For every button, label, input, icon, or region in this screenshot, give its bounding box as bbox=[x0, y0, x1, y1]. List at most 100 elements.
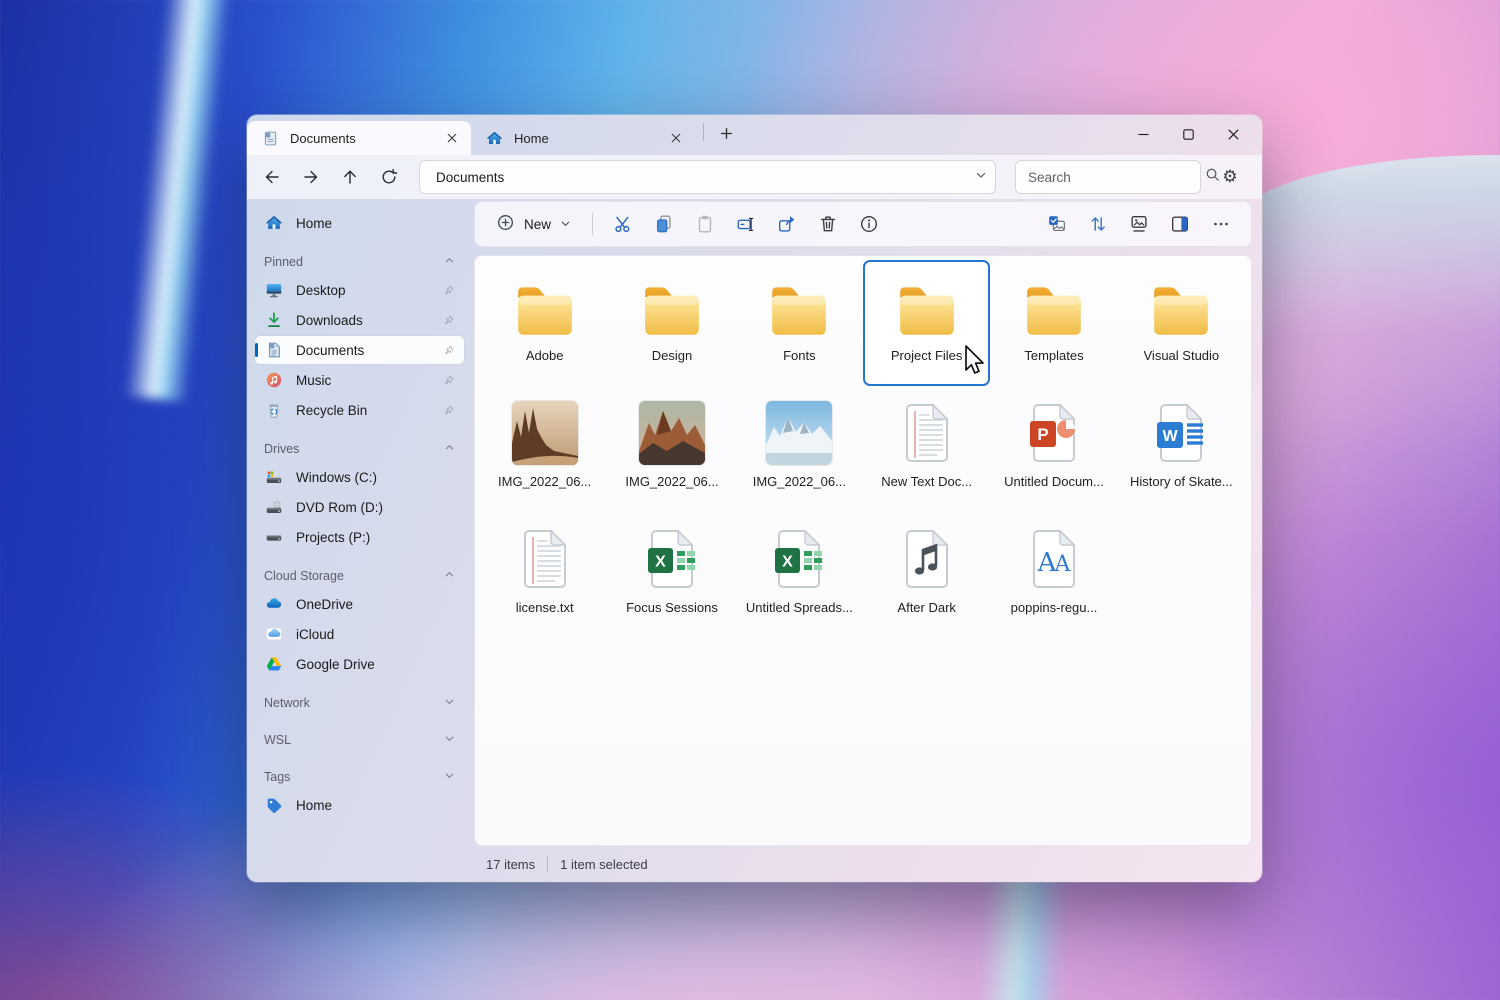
cut-button[interactable] bbox=[603, 207, 643, 241]
sidebar-item-tag-home[interactable]: Home bbox=[255, 791, 464, 819]
main-area: Home Pinned Desktop Downloads Documents … bbox=[247, 199, 1262, 882]
section-title: Drives bbox=[264, 442, 300, 456]
sidebar-item-desktop[interactable]: Desktop bbox=[255, 276, 464, 304]
file-label: Templates bbox=[1024, 348, 1084, 363]
sidebar-item-home[interactable]: Home bbox=[255, 209, 464, 237]
file-tile-text[interactable]: license.txt bbox=[481, 512, 608, 638]
up-button[interactable] bbox=[333, 161, 367, 193]
sidebar-item-recycle-bin[interactable]: Recycle Bin bbox=[255, 396, 464, 424]
home-icon bbox=[264, 214, 283, 233]
new-button[interactable]: New bbox=[485, 207, 582, 241]
file-tile-folder[interactable]: Design bbox=[608, 260, 735, 386]
file-tile-folder[interactable]: Visual Studio bbox=[1118, 260, 1245, 386]
details-pane-button[interactable] bbox=[1160, 207, 1200, 241]
recycle-bin-icon bbox=[264, 401, 283, 420]
selection-count: 1 item selected bbox=[560, 856, 648, 872]
paste-button[interactable] bbox=[685, 207, 725, 241]
search-box[interactable] bbox=[1015, 160, 1219, 194]
downloads-icon bbox=[264, 311, 283, 330]
tab-home[interactable]: Home bbox=[471, 121, 695, 155]
file-tile-text[interactable]: New Text Doc... bbox=[863, 386, 990, 512]
sidebar-item-icloud[interactable]: iCloud bbox=[255, 620, 464, 648]
sort-button[interactable] bbox=[1078, 207, 1118, 241]
forward-button[interactable] bbox=[294, 161, 328, 193]
sidebar-item-label: Music bbox=[296, 372, 332, 388]
sidebar-item-downloads[interactable]: Downloads bbox=[255, 306, 464, 334]
google-drive-icon bbox=[264, 655, 283, 674]
file-tile-folder[interactable]: Adobe bbox=[481, 260, 608, 386]
more-button[interactable] bbox=[1201, 207, 1241, 241]
maximize-button[interactable] bbox=[1166, 117, 1211, 151]
sidebar-item-windows-c[interactable]: Windows (C:) bbox=[255, 463, 464, 491]
rename-button[interactable] bbox=[726, 207, 766, 241]
sidebar-item-google-drive[interactable]: Google Drive bbox=[255, 650, 464, 678]
sidebar-item-label: OneDrive bbox=[296, 596, 354, 612]
sidebar-item-label: Home bbox=[296, 215, 333, 231]
sidebar-item-documents[interactable]: Documents bbox=[255, 336, 464, 364]
file-tile-image[interactable]: IMG_2022_06... bbox=[481, 386, 608, 512]
file-tile-powerpoint[interactable]: P Untitled Docum... bbox=[990, 386, 1117, 512]
section-title: WSL bbox=[264, 733, 292, 747]
delete-button[interactable] bbox=[808, 207, 848, 241]
sidebar-item-projects-p[interactable]: Projects (P:) bbox=[255, 523, 464, 551]
close-tab-icon[interactable] bbox=[665, 127, 687, 149]
sidebar-section-pinned[interactable]: Pinned bbox=[255, 250, 464, 274]
sidebar-item-onedrive[interactable]: OneDrive bbox=[255, 590, 464, 618]
address-bar[interactable] bbox=[419, 160, 996, 194]
image-thumbnail-peaks bbox=[638, 401, 705, 465]
sidebar-section-cloud-storage[interactable]: Cloud Storage bbox=[255, 564, 464, 588]
sidebar-item-label: Documents bbox=[296, 342, 365, 358]
file-tile-word[interactable]: W History of Skate... bbox=[1118, 386, 1245, 512]
tab-documents[interactable]: Documents bbox=[247, 121, 471, 155]
status-bar: 17 items 1 item selected bbox=[474, 846, 1252, 882]
sidebar-item-music[interactable]: Music bbox=[255, 366, 464, 394]
documents-icon bbox=[264, 341, 283, 360]
file-label: Visual Studio bbox=[1143, 348, 1220, 363]
sidebar-item-label: Downloads bbox=[296, 312, 363, 328]
section-title: Tags bbox=[264, 770, 291, 784]
copy-button[interactable] bbox=[644, 207, 684, 241]
file-tile-excel[interactable]: X Untitled Spreads... bbox=[736, 512, 863, 638]
pin-icon bbox=[442, 284, 455, 297]
refresh-button[interactable] bbox=[372, 161, 406, 193]
select-button[interactable] bbox=[1037, 207, 1077, 241]
word-file-icon: W bbox=[1152, 399, 1210, 465]
file-tile-folder-selected[interactable]: Project Files bbox=[863, 260, 991, 386]
file-tile-folder[interactable]: Templates bbox=[990, 260, 1117, 386]
close-tab-icon[interactable] bbox=[441, 127, 463, 149]
settings-button[interactable]: ⚙ bbox=[1212, 160, 1248, 194]
file-label: Untitled Spreads... bbox=[745, 600, 853, 615]
chevron-down-icon[interactable] bbox=[975, 168, 987, 186]
address-input[interactable] bbox=[436, 169, 975, 185]
navigation-bar: ⚙ bbox=[247, 155, 1262, 199]
back-button[interactable] bbox=[255, 161, 289, 193]
file-tile-font[interactable]: AA poppins-regu... bbox=[990, 512, 1117, 638]
file-tile-image[interactable]: IMG_2022_06... bbox=[608, 386, 735, 512]
new-tab-button[interactable] bbox=[712, 119, 740, 147]
svg-text:W: W bbox=[1163, 428, 1179, 445]
excel-file-icon: X bbox=[770, 525, 828, 591]
section-title: Network bbox=[264, 696, 310, 710]
pin-icon bbox=[442, 344, 455, 357]
file-label: Focus Sessions bbox=[626, 600, 718, 615]
sidebar-section-tags[interactable]: Tags bbox=[255, 765, 464, 789]
file-tile-excel[interactable]: X Focus Sessions bbox=[608, 512, 735, 638]
sidebar-section-wsl[interactable]: WSL bbox=[255, 728, 464, 752]
file-tile-audio[interactable]: After Dark bbox=[863, 512, 990, 638]
search-input[interactable] bbox=[1028, 169, 1205, 185]
section-title: Cloud Storage bbox=[264, 569, 344, 583]
file-tile-image[interactable]: IMG_2022_06... bbox=[736, 386, 863, 512]
sidebar: Home Pinned Desktop Downloads Documents … bbox=[247, 199, 472, 882]
close-button[interactable] bbox=[1211, 117, 1256, 151]
view-thumbnails-button[interactable] bbox=[1119, 207, 1159, 241]
sidebar-section-network[interactable]: Network bbox=[255, 691, 464, 715]
home-tab-icon bbox=[485, 129, 504, 148]
share-button[interactable] bbox=[767, 207, 807, 241]
sidebar-section-drives[interactable]: Drives bbox=[255, 437, 464, 461]
sidebar-item-dvd-d[interactable]: DVD Rom (D:) bbox=[255, 493, 464, 521]
wallpaper-silver-wave bbox=[1238, 155, 1500, 915]
file-tile-folder[interactable]: Fonts bbox=[736, 260, 863, 386]
info-button[interactable] bbox=[849, 207, 889, 241]
powerpoint-file-icon: P bbox=[1025, 399, 1083, 465]
minimize-button[interactable] bbox=[1121, 117, 1166, 151]
